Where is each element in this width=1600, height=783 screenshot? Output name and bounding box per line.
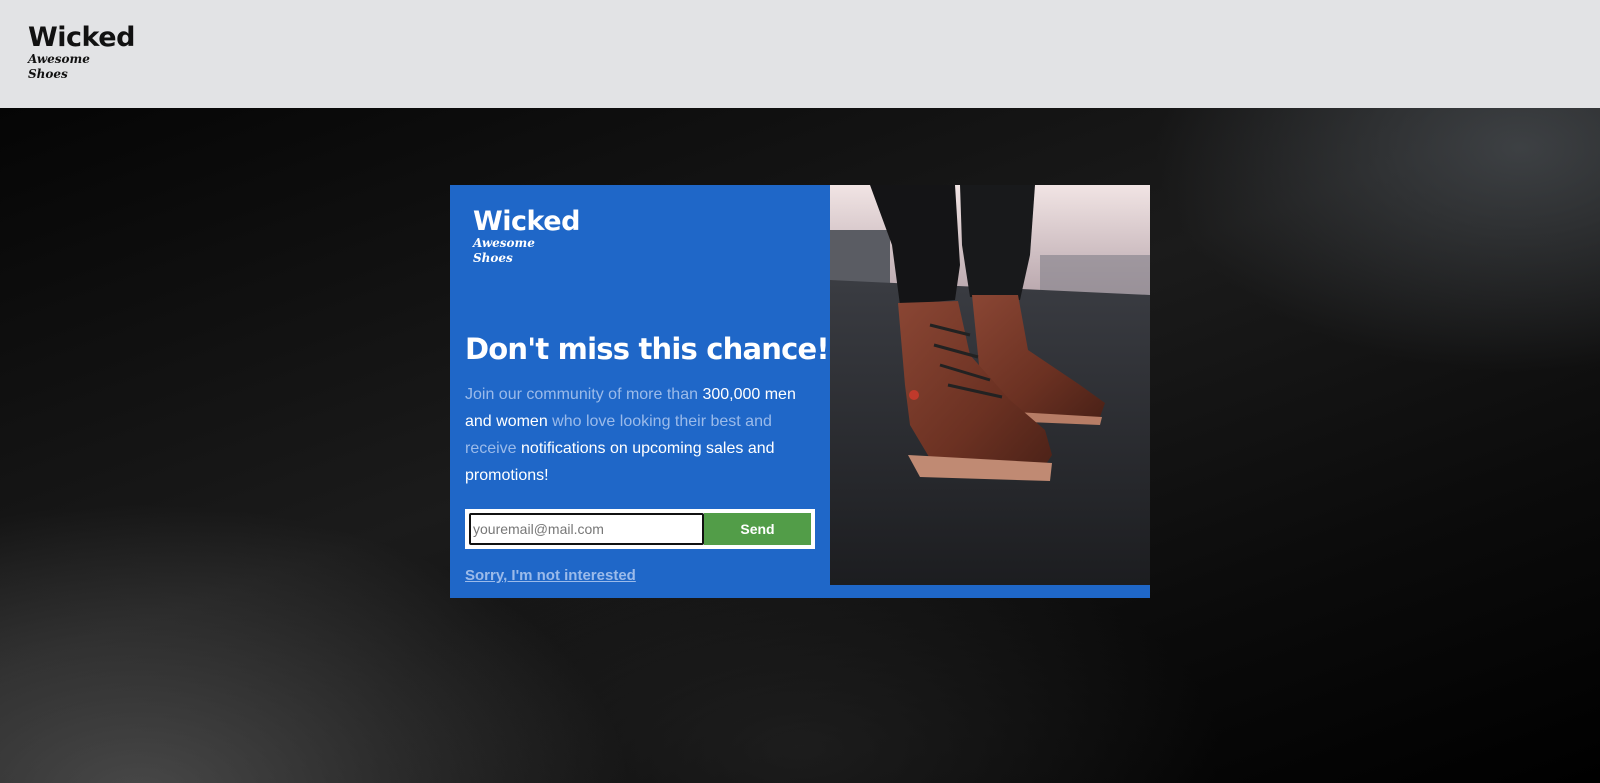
logo-wordmark: Wicked	[473, 206, 580, 237]
modal-description: Join our community of more than 300,000 …	[465, 381, 810, 489]
site-header: Wicked Awesome Shoes	[0, 0, 1600, 108]
modal-logo: Wicked Awesome Shoes	[473, 208, 580, 264]
description-part-1: Join our community of more than	[465, 386, 703, 403]
signup-form: Send	[465, 509, 815, 549]
dismiss-link[interactable]: Sorry, I'm not interested	[465, 567, 636, 584]
logo-script-line1: Awesome	[473, 236, 535, 250]
site-logo[interactable]: Wicked Awesome Shoes	[28, 24, 135, 80]
send-button[interactable]: Send	[704, 513, 811, 545]
boots-photo	[830, 185, 1150, 585]
boots-illustration	[830, 185, 1150, 585]
logo-script-line2: Shoes	[473, 250, 513, 265]
newsletter-modal: Wicked Awesome Shoes Don't miss this cha…	[450, 185, 1150, 598]
logo-script-line2: Shoes	[28, 66, 68, 81]
modal-headline: Don't miss this chance!	[465, 332, 830, 366]
email-input[interactable]	[469, 513, 704, 545]
logo-script-line1: Awesome	[28, 52, 90, 66]
logo-wordmark: Wicked	[28, 22, 135, 53]
